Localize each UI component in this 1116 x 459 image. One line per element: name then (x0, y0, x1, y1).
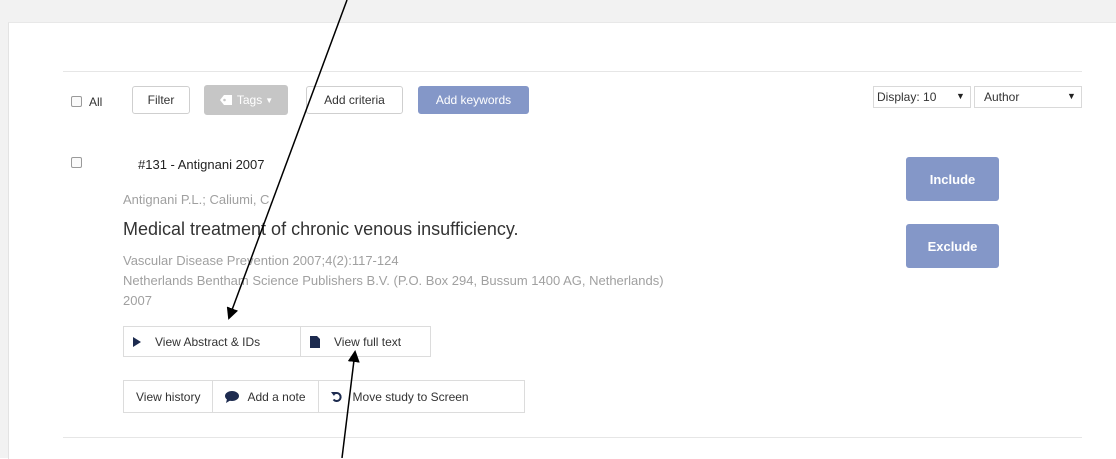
study-journal: Vascular Disease Prevention 2007;4(2):11… (123, 253, 399, 268)
view-full-text-label: View full text (334, 334, 402, 349)
exclude-label: Exclude (927, 238, 978, 254)
tags-dropdown-button[interactable]: Tags ▼ (204, 85, 288, 115)
select-all-label: All (89, 95, 103, 109)
filter-button[interactable]: Filter (132, 86, 190, 114)
add-keywords-button[interactable]: Add keywords (418, 86, 529, 114)
filter-button-label: Filter (147, 93, 175, 107)
view-history-button[interactable]: View history (124, 381, 212, 412)
study-id-title: #131 - Antignani 2007 (138, 157, 265, 172)
add-criteria-label: Add criteria (324, 93, 385, 107)
sort-value: Author (984, 90, 1020, 104)
study-year: 2007 (123, 293, 152, 308)
tags-label: Tags (236, 93, 263, 107)
chevron-down-icon: ▼ (265, 95, 274, 105)
study-authors: Antignani P.L.; Caliumi, C. (123, 192, 274, 207)
move-study-button[interactable]: Move study to Screen (317, 381, 481, 412)
add-note-button[interactable]: Add a note (212, 381, 317, 412)
view-abstract-button[interactable]: View Abstract & IDs (124, 327, 300, 356)
abstract-fulltext-group: View Abstract & IDs View full text (123, 326, 431, 357)
history-note-move-group: View history Add a note Move study to Sc… (123, 380, 525, 413)
include-button[interactable]: Include (906, 157, 999, 201)
study-title[interactable]: Medical treatment of chronic venous insu… (123, 219, 519, 240)
add-keywords-label: Add keywords (435, 93, 512, 107)
add-note-label: Add a note (247, 389, 306, 404)
document-icon (310, 335, 320, 348)
study-publisher: Netherlands Bentham Science Publishers B… (123, 273, 664, 288)
sort-chevron-down-icon: ▼ (1067, 91, 1076, 101)
record-divider (63, 437, 1082, 438)
undo-icon (330, 391, 343, 403)
view-full-text-button[interactable]: View full text (300, 327, 410, 356)
toolbar-divider (63, 71, 1082, 72)
move-study-label: Move study to Screen (352, 389, 469, 404)
tag-icon (219, 94, 233, 106)
view-abstract-label: View Abstract & IDs (155, 334, 261, 349)
display-count-value: Display: 10 (877, 90, 937, 104)
study-checkbox[interactable] (71, 157, 82, 168)
display-chevron-down-icon: ▼ (956, 91, 965, 101)
add-criteria-button[interactable]: Add criteria (306, 86, 403, 114)
include-label: Include (929, 171, 976, 187)
view-history-label: View history (136, 389, 201, 404)
triangle-right-icon (133, 336, 141, 347)
select-all-checkbox[interactable] (71, 96, 82, 107)
sort-select[interactable]: Author (974, 86, 1082, 108)
exclude-button[interactable]: Exclude (906, 224, 999, 268)
speech-bubble-icon (225, 390, 240, 403)
